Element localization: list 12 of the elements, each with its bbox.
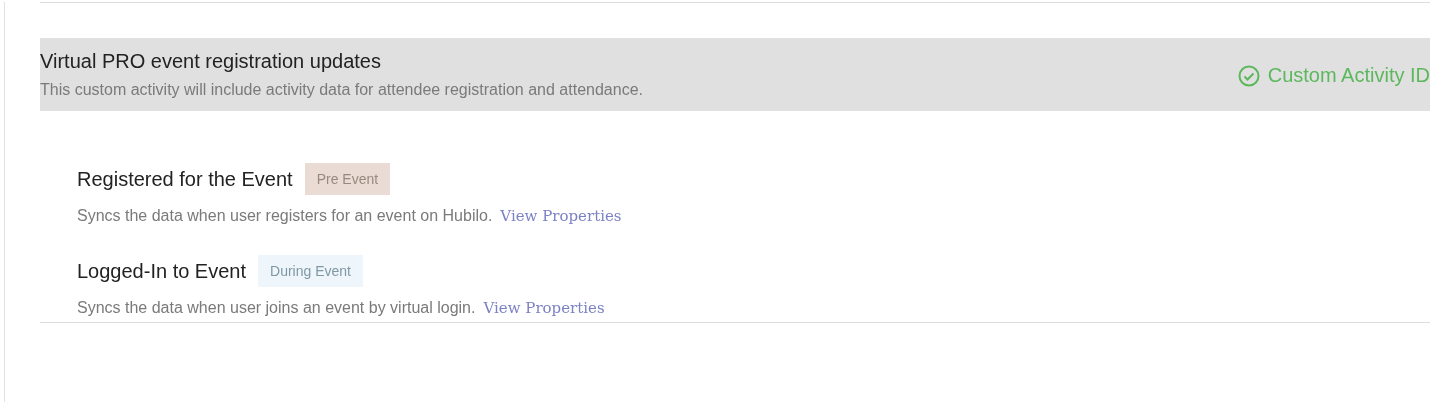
view-properties-link[interactable]: View Properties <box>483 299 605 317</box>
status-label: Custom Activity ID <box>1267 64 1430 87</box>
section-title: Virtual PRO event registration updates <box>40 50 382 73</box>
activity-description: Syncs the data when user registers for an event on Hubilo. <box>77 207 493 225</box>
phase-tag: Pre Event <box>304 163 391 195</box>
phase-tag: During Event <box>258 255 363 287</box>
activity-name: Registered for the Event <box>77 167 293 191</box>
check-circle-icon <box>1237 64 1260 87</box>
view-properties-link[interactable]: View Properties <box>500 207 622 225</box>
section-description: This custom activity will include activity data for attendee registration and attendance. <box>40 81 643 99</box>
activity-description: Syncs the data when user joins an event by virtual login. <box>77 299 476 317</box>
activity-name: Logged-In to Event <box>77 259 246 283</box>
